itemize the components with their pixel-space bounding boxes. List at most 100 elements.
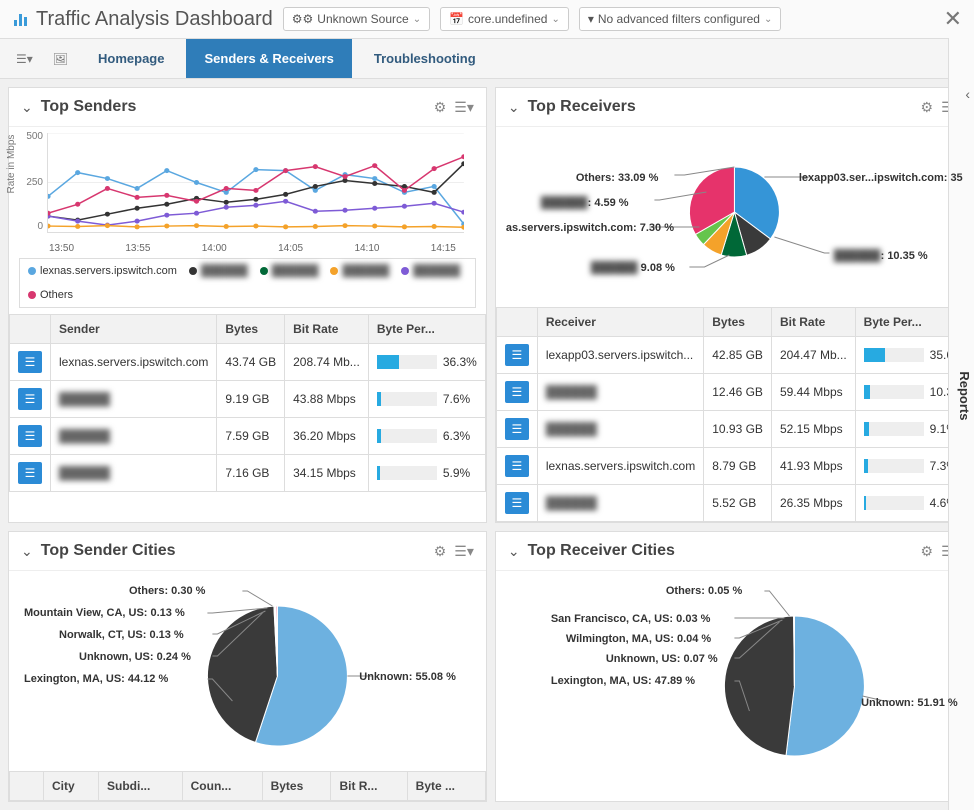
col-sender[interactable]: Sender: [51, 315, 217, 344]
close-icon[interactable]: ✕: [944, 6, 962, 32]
top-header: Traffic Analysis Dashboard ⚙⚙ Unknown So…: [0, 0, 974, 39]
panel-title: Top Receivers: [528, 98, 913, 116]
pie-label: Unknown, US: 0.07 %: [606, 653, 718, 665]
row-menu-icon[interactable]: ☰: [505, 492, 529, 514]
pie-label: Others: 0.30 %: [129, 585, 205, 597]
calendar-icon: 📅: [449, 12, 464, 26]
table-row: ☰ lexapp03.servers.ipswitch...42.85 GB20…: [496, 337, 972, 374]
source-dropdown[interactable]: ⚙⚙ Unknown Source⌄: [283, 7, 430, 31]
pie-label: Mountain View, CA, US: 0.13 %: [24, 607, 185, 619]
pie-label: San Francisco, CA, US: 0.03 %: [551, 613, 711, 625]
pie-label: Unknown, US: 0.24 %: [79, 651, 191, 663]
panel-receiver-cities: ⌄ Top Receiver Cities ⚙ ☰▾ Others: 0.05 …: [495, 531, 974, 802]
col-city[interactable]: City: [44, 772, 99, 801]
chevron-down-icon: ⌄: [764, 14, 772, 25]
row-menu-icon[interactable]: ☰: [505, 381, 529, 403]
table-row: ☰ ██████7.59 GB36.20 Mbps 6.3%: [10, 418, 486, 455]
gears-icon: ⚙⚙: [292, 12, 314, 26]
row-menu-icon[interactable]: ☰: [505, 455, 529, 477]
col-bytepct[interactable]: Byte ...: [407, 772, 485, 801]
table-row: ☰ lexnas.servers.ipswitch.com43.74 GB208…: [10, 344, 486, 381]
pie-label: Lexington, MA, US: 44.12 %: [24, 673, 168, 685]
collapse-icon[interactable]: ⌄: [21, 99, 33, 116]
table-row: ☰ ██████10.93 GB52.15 Mbps 9.1%: [496, 411, 972, 448]
tab-troubleshooting[interactable]: Troubleshooting: [356, 39, 494, 78]
pie-chart-sender-cities: Others: 0.30 % Mountain View, CA, US: 0.…: [9, 571, 486, 771]
pie-label: Unknown: 51.91 %: [861, 697, 958, 709]
pie-label: lexapp03.ser...ipswitch.com: 35: [799, 172, 963, 184]
collapse-icon[interactable]: ⌄: [21, 543, 33, 560]
menu-icon[interactable]: ☰▾: [454, 543, 474, 560]
pie-label: as.servers.ipswitch.com: 7.30 %: [506, 222, 674, 234]
pie-label: Norwalk, CT, US: 0.13 %: [59, 629, 184, 641]
panel-top-receivers: ⌄ Top Receivers ⚙ ☰▾ Others: 33.09 % ███…: [495, 87, 974, 523]
table-row: ☰ lexnas.servers.ipswitch.com8.79 GB41.9…: [496, 448, 972, 485]
pie-label: ██████: 4.59 %: [541, 197, 629, 209]
list-settings-icon[interactable]: ☰▾: [8, 44, 41, 74]
line-legend: lexnas.servers.ipswitch.com ██████ █████…: [19, 258, 476, 308]
gear-icon[interactable]: ⚙: [434, 99, 447, 116]
col-bytes[interactable]: Bytes: [262, 772, 331, 801]
pie-chart-receivers: Others: 33.09 % ██████: 4.59 % as.server…: [496, 127, 973, 307]
col-subdiv[interactable]: Subdi...: [98, 772, 182, 801]
row-menu-icon[interactable]: ☰: [18, 388, 42, 410]
y-axis-label: Rate in Mbps: [6, 135, 17, 194]
gear-icon[interactable]: ⚙: [434, 543, 447, 560]
panel-title: Top Senders: [41, 98, 426, 116]
menu-icon[interactable]: ☰▾: [454, 99, 474, 116]
table-row: ☰ ██████12.46 GB59.44 Mbps 10.3%: [496, 374, 972, 411]
funnel-icon: ▾: [588, 12, 594, 26]
y-tick: 0: [17, 221, 43, 232]
x-axis-labels: 13:5013:5514:0014:0514:1014:15: [49, 243, 456, 254]
pie-label: ██████: 10.35 %: [834, 250, 928, 262]
collapse-icon[interactable]: ⌄: [508, 543, 520, 560]
period-dropdown[interactable]: 📅 core.undefined⌄: [440, 7, 569, 31]
col-bytepct[interactable]: Byte Per...: [368, 315, 485, 344]
panel-title: Top Sender Cities: [41, 542, 426, 560]
row-menu-icon[interactable]: ☰: [18, 351, 42, 373]
top-senders-table: Sender Bytes Bit Rate Byte Per... ☰ lexn…: [9, 314, 486, 492]
gear-icon[interactable]: ⚙: [921, 543, 934, 560]
row-menu-icon[interactable]: ☰: [18, 462, 42, 484]
y-tick: 250: [17, 177, 43, 188]
col-receiver[interactable]: Receiver: [537, 308, 703, 337]
panel-title: Top Receiver Cities: [528, 542, 913, 560]
panel-sender-cities: ⌄ Top Sender Cities ⚙ ☰▾ Others: 0.30 % …: [8, 531, 487, 802]
col-bitrate[interactable]: Bit Rate: [285, 315, 369, 344]
pie-label: Others: 33.09 %: [576, 172, 659, 184]
image-add-icon[interactable]: 🖼: [45, 44, 76, 74]
col-country[interactable]: Coun...: [182, 772, 262, 801]
pie-chart-receiver-cities: Others: 0.05 % San Francisco, CA, US: 0.…: [496, 571, 973, 771]
gear-icon[interactable]: ⚙: [921, 99, 934, 116]
sender-cities-table: City Subdi... Coun... Bytes Bit R... Byt…: [9, 771, 486, 801]
panel-top-senders: ⌄ Top Senders ⚙ ☰▾ Rate in Mbps 500 250 …: [8, 87, 487, 523]
row-menu-icon[interactable]: ☰: [505, 344, 529, 366]
pie-label: ██████ 9.08 %: [591, 262, 675, 274]
chevron-left-icon[interactable]: ‹: [965, 86, 970, 102]
page-title: Traffic Analysis Dashboard: [12, 8, 273, 31]
row-menu-icon[interactable]: ☰: [18, 425, 42, 447]
tabs-bar: ☰▾ 🖼 Homepage Senders & Receivers Troubl…: [0, 39, 974, 79]
add-reports-toggle[interactable]: Add Reports: [951, 371, 974, 420]
table-row: ☰ ██████5.52 GB26.35 Mbps 4.6%: [496, 485, 972, 522]
pie-label: Wilmington, MA, US: 0.04 %: [566, 633, 711, 645]
line-chart-top-senders: Rate in Mbps 500 250 0: [47, 133, 464, 243]
col-bitrate[interactable]: Bit Rate: [771, 308, 855, 337]
col-bytes[interactable]: Bytes: [704, 308, 772, 337]
collapse-icon[interactable]: ⌄: [508, 99, 520, 116]
pie-label: Unknown: 55.08 %: [359, 671, 456, 683]
pie-label: Others: 0.05 %: [666, 585, 742, 597]
col-bitrate[interactable]: Bit R...: [331, 772, 407, 801]
pie-label: Lexington, MA, US: 47.89 %: [551, 675, 695, 687]
tab-homepage[interactable]: Homepage: [80, 39, 182, 78]
chevron-down-icon: ⌄: [551, 14, 559, 25]
table-row: ☰ ██████7.16 GB34.15 Mbps 5.9%: [10, 455, 486, 492]
filter-dropdown[interactable]: ▾ No advanced filters configured⌄: [579, 7, 782, 31]
row-menu-icon[interactable]: ☰: [505, 418, 529, 440]
top-receivers-table: Receiver Bytes Bit Rate Byte Per... ☰ le…: [496, 307, 973, 522]
chevron-down-icon: ⌄: [413, 14, 421, 25]
tab-senders-receivers[interactable]: Senders & Receivers: [186, 39, 351, 78]
table-row: ☰ ██████9.19 GB43.88 Mbps 7.6%: [10, 381, 486, 418]
col-bytes[interactable]: Bytes: [217, 315, 285, 344]
bars-icon: [12, 10, 30, 28]
